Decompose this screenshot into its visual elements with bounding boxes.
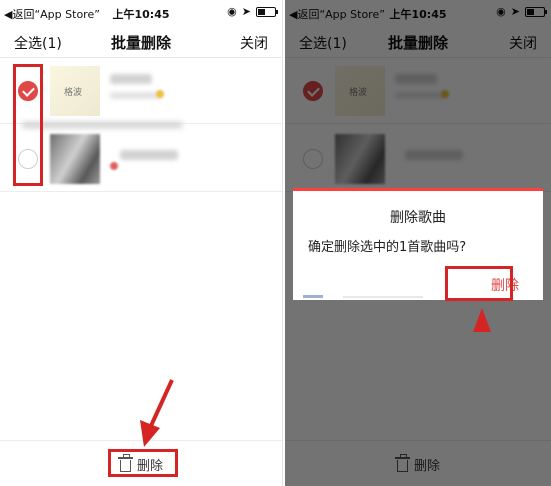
arrow-head-icon — [140, 420, 160, 447]
arrow-shaft — [148, 379, 174, 429]
right-screen: ◀返回“App Store” 上午10:45 ◉ ➤ 全选(1) 批量删除 关闭… — [285, 0, 551, 486]
arrow-up-icon — [473, 308, 491, 332]
left-screen: ◀返回“App Store” 上午10:45 ◉ ➤ 全选(1) 批量删除 关闭… — [0, 0, 283, 486]
annotation-arrow-svg — [473, 308, 491, 332]
annotation-arrow-svg — [140, 379, 174, 447]
